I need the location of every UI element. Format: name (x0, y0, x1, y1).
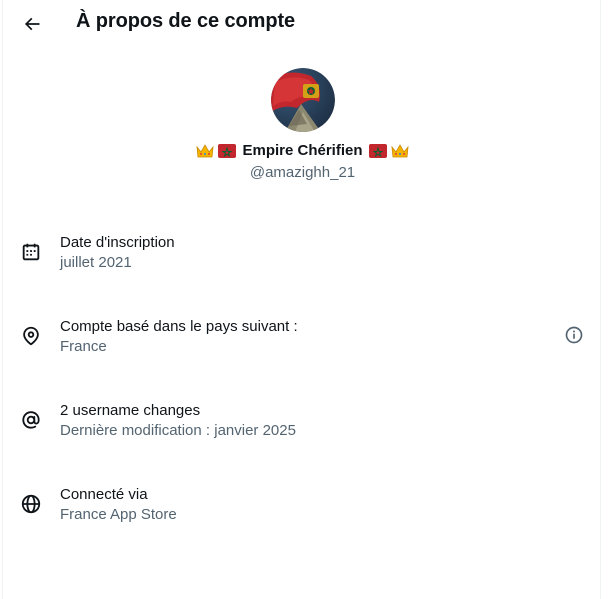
avatar-image (271, 68, 335, 132)
detail-row-join-date: Date d'inscription juillet 2021 (3, 234, 602, 294)
globe-icon (20, 493, 42, 515)
info-button[interactable] (564, 325, 586, 347)
detail-title: 2 username changes (60, 402, 201, 419)
detail-value: juillet 2021 (60, 254, 132, 271)
detail-value: Dernière modification : janvier 2025 (60, 422, 296, 439)
user-handle: @amazighh_21 (249, 164, 356, 181)
location-pin-icon (20, 325, 42, 347)
detail-row-username-changes: 2 username changes Dernière modification… (3, 402, 602, 462)
display-name: Empire Chérifien (3, 142, 602, 159)
crown-emoji-icon (196, 143, 215, 157)
detail-value: France (60, 338, 107, 355)
avatar[interactable] (271, 68, 335, 132)
detail-row-country: Compte basé dans le pays suivant : Franc… (3, 318, 602, 378)
page-header: À propos de ce compte (3, 0, 600, 46)
about-account-panel: À propos de ce compte Empire Chérifien @… (2, 0, 601, 599)
info-icon (565, 326, 583, 344)
detail-value: France App Store (60, 506, 177, 523)
back-button[interactable] (16, 8, 48, 40)
detail-title: Connecté via (60, 486, 148, 503)
crown-emoji-icon (390, 143, 409, 157)
arrow-left-icon (24, 17, 40, 31)
page-title: À propos de ce compte (76, 10, 296, 32)
at-sign-icon (20, 409, 42, 431)
detail-title: Date d'inscription (60, 234, 175, 251)
morocco-flag-icon (218, 143, 237, 158)
detail-row-connected-via: Connecté via France App Store (3, 486, 602, 546)
morocco-flag-icon (368, 143, 387, 158)
display-name-text: Empire Chérifien (242, 142, 363, 159)
calendar-icon (20, 241, 42, 263)
detail-title: Compte basé dans le pays suivant : (60, 318, 298, 335)
